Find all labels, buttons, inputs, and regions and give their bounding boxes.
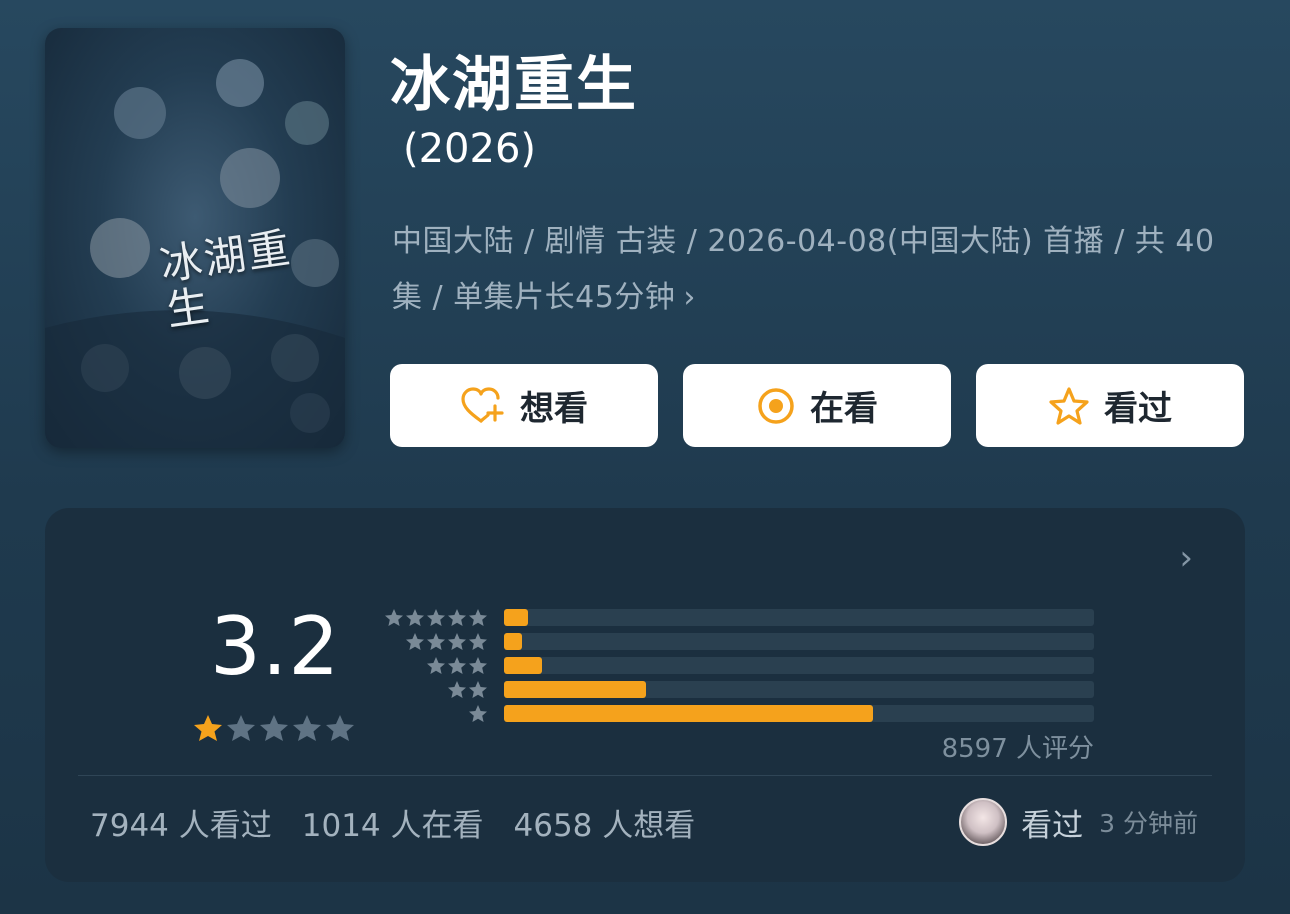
want-to-watch-button[interactable]: 想看	[390, 364, 658, 447]
distribution-bar-fill	[504, 609, 528, 626]
show-meta-info[interactable]: 中国大陆 / 剧情 古装 / 2026-04-08(中国大陆) 首播 / 共 4…	[392, 214, 1222, 326]
distribution-stars-5	[385, 609, 487, 626]
meta-text: 中国大陆 / 剧情 古装 / 2026-04-08(中国大陆) 首播 / 共 4…	[392, 224, 1215, 315]
heart-plus-icon	[461, 386, 504, 423]
watching-label: 在看	[810, 389, 878, 429]
distribution-bar-fill	[504, 633, 522, 650]
star-half-icon	[227, 715, 255, 741]
recent-activity[interactable]: 看过 3 分钟前	[959, 798, 1198, 846]
watched-label: 看过	[1104, 389, 1172, 429]
chevron-right-icon[interactable]: ›	[1179, 538, 1193, 578]
star-empty-icon	[326, 715, 354, 741]
divider	[78, 775, 1212, 776]
distribution-bar-fill	[504, 705, 873, 722]
target-circle-icon	[758, 387, 794, 424]
watching-button[interactable]: 在看	[683, 364, 951, 447]
distribution-bar-fill	[504, 681, 646, 698]
want-count: 4658 人想看	[513, 808, 696, 844]
distribution-bar-2	[504, 681, 1094, 698]
poster-image[interactable]: 冰湖重生	[45, 28, 345, 448]
page-title: 冰湖重生	[390, 50, 638, 120]
release-year: (2026)	[403, 126, 537, 172]
recent-time: 3 分钟前	[1099, 809, 1198, 838]
distribution-bar-3	[504, 657, 1094, 674]
distribution-stars-1	[469, 705, 487, 722]
avatar[interactable]	[959, 798, 1008, 846]
distribution-stars-4	[406, 633, 487, 650]
poster-logo: 冰湖重生	[157, 222, 295, 336]
star-empty-icon	[293, 715, 321, 741]
watching-count: 1014 人在看	[301, 808, 484, 844]
distribution-bar-fill	[504, 657, 542, 674]
chevron-right-icon: ›	[683, 280, 696, 315]
star-empty-icon	[260, 715, 288, 741]
watch-stats: 7944 人看过 1014 人在看 4658 人想看	[90, 800, 725, 845]
star-outline-icon	[1049, 386, 1089, 425]
distribution-bar-1	[504, 705, 1094, 722]
watched-button[interactable]: 看过	[976, 364, 1244, 447]
rating-stars	[194, 715, 354, 741]
watched-count: 7944 人看过	[90, 808, 272, 844]
raters-count: 8597 人评分	[941, 734, 1094, 764]
distribution-stars-2	[448, 681, 487, 698]
recent-action: 看过	[1021, 807, 1084, 844]
rating-score: 3.2	[210, 600, 341, 693]
star-icon	[194, 715, 222, 741]
distribution-bar-5	[504, 609, 1094, 626]
want-to-watch-label: 想看	[520, 389, 588, 429]
distribution-stars-3	[427, 657, 487, 674]
distribution-bar-4	[504, 633, 1094, 650]
